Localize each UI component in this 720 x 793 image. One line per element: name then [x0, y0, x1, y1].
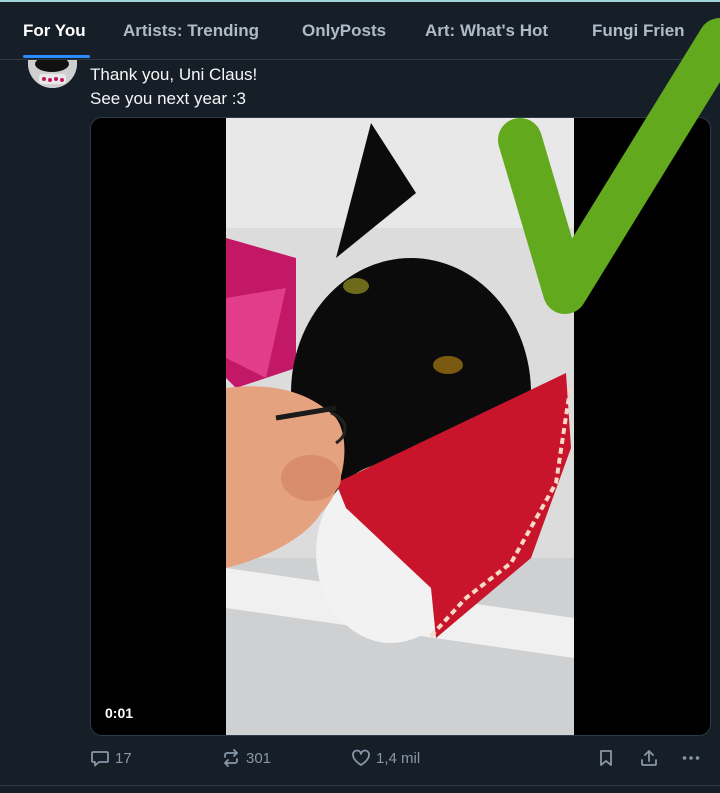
tab-onlyposts[interactable]: OnlyPosts	[302, 2, 386, 59]
video-frame	[91, 118, 710, 735]
more-icon	[681, 748, 701, 768]
bookmark-icon	[596, 748, 616, 768]
post-text-line: See you next year :3	[90, 89, 246, 108]
active-tab-indicator	[23, 55, 90, 58]
like-icon	[351, 748, 371, 768]
share-button[interactable]	[639, 743, 659, 773]
repost-icon	[221, 748, 241, 768]
tab-fungi-friends[interactable]: Fungi Frien	[592, 2, 685, 59]
like-count: 1,4 mil	[376, 749, 421, 767]
video-player[interactable]: 0:01	[90, 117, 711, 736]
avatar[interactable]	[28, 60, 77, 88]
post-actions: 17 301 1,4 mil	[0, 743, 720, 773]
reply-button[interactable]: 17	[90, 743, 132, 773]
like-button[interactable]: 1,4 mil	[351, 743, 420, 773]
feed-tabs: For You Artists: Trending OnlyPosts Art:…	[0, 2, 720, 60]
repost-count: 301	[246, 749, 272, 767]
video-timestamp: 0:01	[105, 705, 134, 721]
post-text: Thank you, Uni Claus! See you next year …	[90, 63, 257, 111]
more-options-button[interactable]	[681, 743, 701, 773]
share-icon	[639, 748, 659, 768]
tab-for-you[interactable]: For You	[23, 2, 86, 59]
repost-button[interactable]: 301	[221, 743, 271, 773]
reply-count: 17	[115, 749, 132, 767]
tab-art-whats-hot[interactable]: Art: What's Hot	[425, 2, 548, 59]
post-divider	[0, 785, 720, 786]
tab-artists-trending[interactable]: Artists: Trending	[123, 2, 259, 59]
post-text-line: Thank you, Uni Claus!	[90, 65, 258, 84]
bookmark-button[interactable]	[596, 743, 616, 773]
reply-icon	[90, 748, 110, 768]
